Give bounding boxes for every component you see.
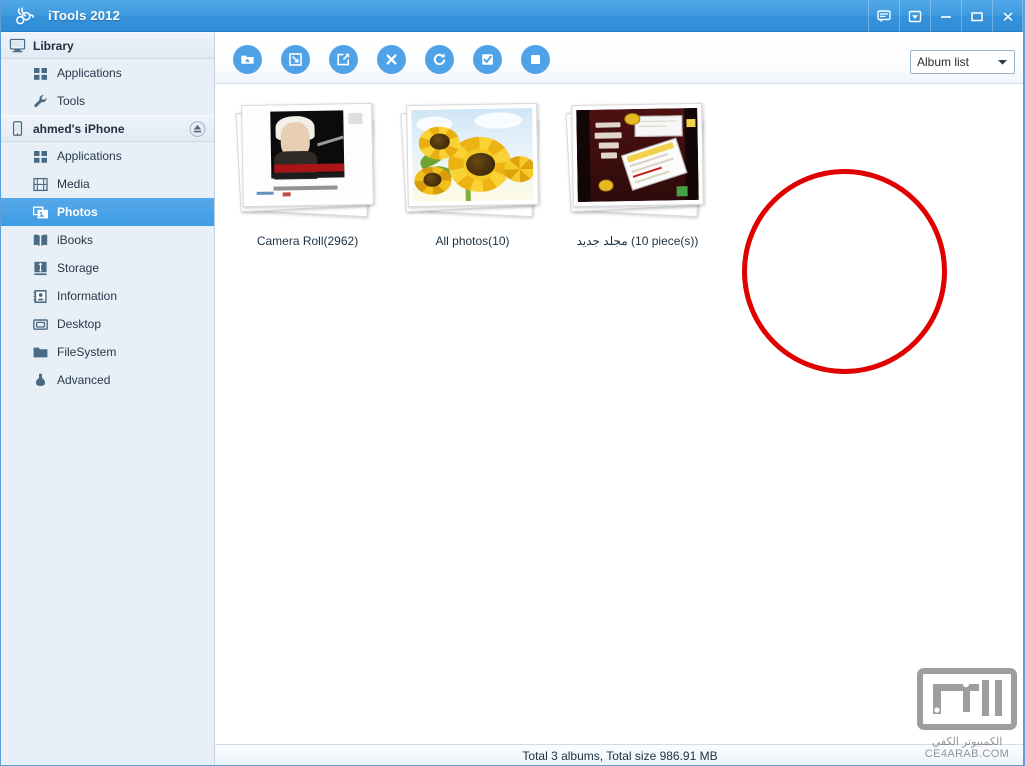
- flask-icon: [32, 372, 49, 389]
- toolbar: Album list: [215, 32, 1025, 84]
- itools-window: iTools 2012 Library Applications Tools a…: [0, 0, 1025, 766]
- sidebar-item-label: Information: [57, 289, 118, 303]
- maximize-icon: [971, 11, 983, 21]
- rabbit-logo-icon: [8, 0, 42, 32]
- refresh-button[interactable]: [415, 40, 463, 78]
- sidebar-group-device[interactable]: ahmed's iPhone: [0, 115, 214, 142]
- export-arrow-icon: [336, 53, 349, 65]
- sidebar-item-label: Advanced: [57, 373, 111, 387]
- sidebar-item-ibooks[interactable]: iBooks: [0, 226, 214, 254]
- toolbar-buttons: [223, 40, 559, 78]
- select-all-button[interactable]: [463, 40, 511, 78]
- film-icon: [32, 176, 49, 193]
- status-bar: Total 3 albums, Total size 986.91 MB: [215, 744, 1025, 766]
- iphone-icon: [9, 120, 26, 137]
- album-list-value: Album list: [917, 55, 970, 69]
- new-album-button[interactable]: [223, 40, 271, 78]
- sidebar-item-advanced[interactable]: Advanced: [0, 366, 214, 394]
- sidebar-item-storage[interactable]: Storage: [0, 254, 214, 282]
- album-list-selector[interactable]: Album list: [910, 50, 1015, 74]
- delete-button[interactable]: [367, 40, 415, 78]
- sidebar-group-library[interactable]: Library: [0, 32, 214, 59]
- download-box-icon: [908, 10, 922, 22]
- sidebar-item-desktop[interactable]: Desktop: [0, 310, 214, 338]
- album-label: Camera Roll(2962): [256, 234, 359, 248]
- contact-card-icon: [32, 288, 49, 305]
- title-bar: iTools 2012: [0, 0, 1025, 32]
- close-x-icon: [385, 53, 397, 65]
- stop-square-icon: [530, 54, 540, 64]
- import-button[interactable]: [271, 40, 319, 78]
- sidebar-item-label: Desktop: [57, 317, 102, 331]
- chevron-down-icon: [997, 53, 1008, 71]
- album-item[interactable]: All photos(10): [390, 98, 555, 248]
- sidebar-item-label: Storage: [57, 261, 100, 275]
- sidebar-group-label: Library: [33, 38, 74, 53]
- new-folder-star-icon: [240, 55, 254, 64]
- arabic-tutorial-thumb: [570, 102, 704, 208]
- sidebar-group-label: ahmed's iPhone: [33, 121, 125, 136]
- feedback-button[interactable]: [868, 0, 899, 32]
- sidebar-item-label: Tools: [57, 94, 86, 108]
- sidebar-item-label: Applications: [57, 149, 122, 163]
- content-scrollbar[interactable]: [1017, 84, 1023, 744]
- album-thumbnail-stack: [234, 102, 382, 220]
- close-icon: [1002, 11, 1013, 21]
- album-grid: Camera Roll(2962) All photos(10) مجلد جد…: [215, 84, 1025, 248]
- grid-apps-icon: [32, 148, 49, 165]
- photos-icon: [32, 204, 49, 221]
- sidebar-item-label: Media: [57, 177, 90, 191]
- book-icon: [32, 232, 49, 249]
- camera-roll-thumb: [240, 102, 374, 208]
- refresh-icon: [433, 52, 445, 65]
- export-button[interactable]: [319, 40, 367, 78]
- sidebar: Library Applications Tools ahmed's iPhon…: [0, 32, 215, 766]
- usb-icon: [32, 260, 49, 277]
- eject-icon: [189, 120, 206, 137]
- sidebar-item-information[interactable]: Information: [0, 282, 214, 310]
- sidebar-item-library-applications[interactable]: Applications: [0, 59, 214, 87]
- import-arrow-icon: [288, 52, 302, 66]
- sidebar-item-label: FileSystem: [57, 345, 117, 359]
- album-thumbnail-stack: [564, 102, 712, 220]
- sidebar-item-tools[interactable]: Tools: [0, 87, 214, 115]
- monitor-icon: [9, 37, 26, 54]
- speech-bubble-icon: [877, 9, 891, 22]
- albums-content-area: Camera Roll(2962) All photos(10) مجلد جد…: [215, 84, 1025, 744]
- sidebar-item-label: Applications: [57, 66, 122, 80]
- sidebar-item-media[interactable]: Media: [0, 170, 214, 198]
- sidebar-item-device-applications[interactable]: Applications: [0, 142, 214, 170]
- maximize-button[interactable]: [961, 0, 992, 32]
- folder-icon: [32, 344, 49, 361]
- downloads-button[interactable]: [899, 0, 930, 32]
- sidebar-item-filesystem[interactable]: FileSystem: [0, 338, 214, 366]
- wrench-icon: [32, 93, 49, 110]
- album-label: All photos(10): [435, 234, 510, 248]
- sidebar-item-label: Photos: [57, 205, 98, 219]
- album-thumbnail-stack: [399, 102, 547, 220]
- album-item[interactable]: مجلد جديد (10 piece(s)): [555, 98, 720, 248]
- album-label: مجلد جديد (10 piece(s)): [576, 234, 699, 248]
- album-item[interactable]: Camera Roll(2962): [225, 98, 390, 248]
- screen-icon: [32, 316, 49, 333]
- sunflower-thumb: [405, 102, 539, 208]
- sidebar-item-label: iBooks: [57, 233, 94, 247]
- window-controls: [868, 0, 1023, 32]
- status-text: Total 3 albums, Total size 986.91 MB: [522, 748, 718, 763]
- minimize-icon: [941, 15, 951, 18]
- eject-button[interactable]: [189, 120, 206, 137]
- close-button[interactable]: [992, 0, 1023, 32]
- stop-button[interactable]: [511, 40, 559, 78]
- window-title: iTools 2012: [48, 8, 121, 23]
- grid-apps-icon: [32, 65, 49, 82]
- minimize-button[interactable]: [930, 0, 961, 32]
- checkbox-icon: [481, 53, 493, 65]
- sidebar-item-photos[interactable]: Photos: [0, 198, 214, 226]
